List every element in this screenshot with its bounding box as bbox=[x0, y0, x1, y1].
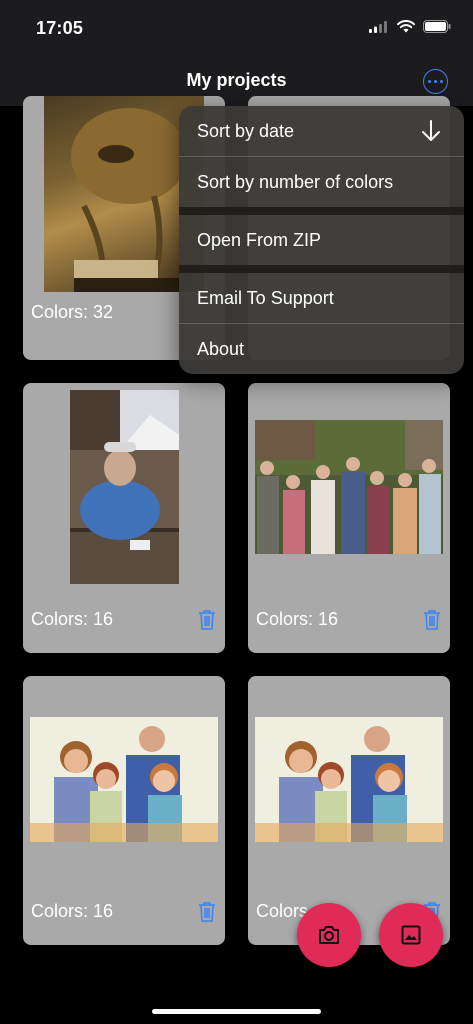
colors-count: Colors: 16 bbox=[31, 609, 114, 629]
menu-item-sort-by-date[interactable]: Sort by date bbox=[179, 106, 464, 156]
menu-item-sort-by-colors[interactable]: Sort by number of colors bbox=[179, 157, 464, 207]
camera-button[interactable] bbox=[297, 903, 361, 967]
arrow-down-icon bbox=[422, 120, 440, 141]
family-image bbox=[255, 717, 443, 842]
trash-icon[interactable] bbox=[423, 609, 441, 630]
menu-item-email-support[interactable]: Email To Support bbox=[179, 273, 464, 323]
status-time: 17:05 bbox=[36, 18, 84, 38]
battery-icon bbox=[423, 20, 451, 33]
project-thumbnail bbox=[30, 717, 218, 842]
project-thumbnail bbox=[70, 390, 179, 584]
wifi-icon bbox=[397, 20, 415, 33]
ellipsis-circle-icon bbox=[428, 80, 431, 83]
signal-icon bbox=[369, 20, 387, 33]
group-image bbox=[255, 420, 443, 554]
page-title: My projects bbox=[186, 70, 287, 90]
ski-girl-image bbox=[70, 390, 179, 584]
menu-group-gap bbox=[179, 207, 464, 215]
colors-count: Colors: 32 bbox=[31, 302, 114, 322]
gallery-button[interactable] bbox=[379, 903, 443, 967]
trash-icon[interactable] bbox=[198, 609, 216, 630]
options-menu: Sort by date Sort by number of colors Op… bbox=[179, 106, 464, 374]
more-options-button[interactable] bbox=[423, 69, 448, 94]
project-thumbnail bbox=[255, 717, 443, 842]
home-indicator bbox=[152, 1009, 321, 1014]
menu-item-label: Open From ZIP bbox=[197, 229, 322, 250]
status-icons bbox=[369, 20, 451, 33]
camera-icon bbox=[319, 926, 339, 944]
trash-icon[interactable] bbox=[198, 901, 216, 922]
colors-count: Colors: 16 bbox=[256, 609, 339, 629]
menu-item-label: Sort by date bbox=[197, 120, 295, 141]
colors-count: Colors: 16 bbox=[31, 901, 114, 921]
menu-item-label: Email To Support bbox=[197, 287, 334, 308]
menu-item-label: About bbox=[197, 338, 245, 359]
menu-group-gap bbox=[179, 265, 464, 273]
project-card[interactable]: Colors: 16 bbox=[248, 383, 450, 653]
gallery-icon bbox=[401, 925, 421, 945]
project-thumbnail bbox=[255, 420, 443, 554]
menu-item-label: Sort by number of colors bbox=[197, 171, 394, 192]
menu-item-open-zip[interactable]: Open From ZIP bbox=[179, 215, 464, 265]
menu-item-about[interactable]: About bbox=[179, 324, 464, 374]
project-card[interactable]: Colors: 16 bbox=[23, 383, 225, 653]
family-image bbox=[30, 717, 218, 842]
status-bar: 17:05 bbox=[0, 0, 473, 56]
project-card[interactable]: Colors: 16 bbox=[23, 676, 225, 945]
